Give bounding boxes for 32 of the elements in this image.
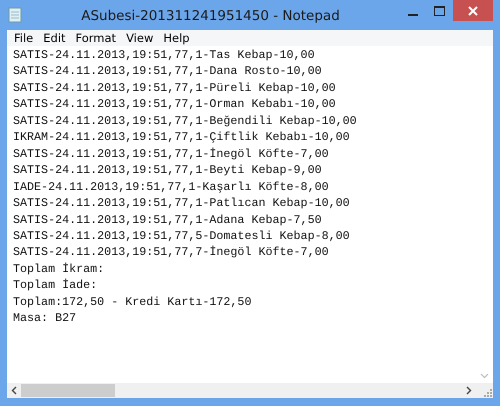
text-line: IADE-24.11.2013,19:51,77,1-Kaşarlı Köfte-8,00 xyxy=(13,178,330,196)
close-icon xyxy=(468,6,478,16)
menu-item[interactable]: Help xyxy=(158,31,195,45)
text-line: SATIS-24.11.2013,19:51,77,1-Dana Rosto-10,00 xyxy=(13,63,323,80)
menu-item[interactable]: Format xyxy=(70,31,122,45)
notepad-icon xyxy=(8,7,22,23)
resize-grip-icon[interactable] xyxy=(484,389,493,398)
text-line: Toplam İkram: xyxy=(13,260,106,278)
text-line: Toplam İade: xyxy=(13,277,98,294)
text-line: SATIS-24.11.2013,19:51,77,1-Orman Kebabı-10,00 xyxy=(13,96,337,113)
text-line: SATIS-24.11.2013,19:51,77,1-Beğendili Kebap-10,00 xyxy=(13,112,358,130)
text-line: Toplam:172,50 - Kredi Kartı-172,50 xyxy=(13,294,252,310)
close-button[interactable] xyxy=(453,0,493,21)
menu-item[interactable]: File xyxy=(9,31,38,45)
text-line: SATIS-24.11.2013,19:51,77,1-Tas Kebap-10,00 xyxy=(13,47,316,64)
menu-item[interactable]: Edit xyxy=(38,31,71,45)
minimize-icon xyxy=(408,14,418,16)
text-line: SATIS-24.11.2013,19:51,77,1-İnegöl Köfte-7,00 xyxy=(13,146,330,162)
text-line: IKRAM-24.11.2013,19:51,77,1-Çiftlik Kebabı-10,00 xyxy=(13,129,351,146)
text-line: SATIS-24.11.2013,19:51,77,5-Domatesli Kebap-8,00 xyxy=(13,228,351,244)
scroll-right-icon[interactable] xyxy=(466,386,472,395)
text-line: SATIS-24.11.2013,19:51,77,1-Püreli Kebap-10,00 xyxy=(13,80,337,96)
scroll-left-icon[interactable] xyxy=(11,386,17,395)
menu-item[interactable]: View xyxy=(121,31,158,45)
text-line: SATIS-24.11.2013,19:51,77,1-Beyti Kebap-9,00 xyxy=(13,162,323,179)
maximize-icon xyxy=(434,6,445,16)
text-line: SATIS-24.11.2013,19:51,77,7-İnegöl Köfte-7,00 xyxy=(13,244,330,261)
text-line: SATIS-24.11.2013,19:51,77,1-Patlıcan Kebap-10,00 xyxy=(13,195,351,212)
window-title: ASubesi-201311241951450 - Notepad xyxy=(80,8,341,24)
text-line: Masa: B27 xyxy=(13,310,78,327)
scrollbar-thumb[interactable] xyxy=(21,384,115,397)
text-line: SATIS-24.11.2013,19:51,77,1-Adana Kebap-7,50 xyxy=(13,212,323,228)
